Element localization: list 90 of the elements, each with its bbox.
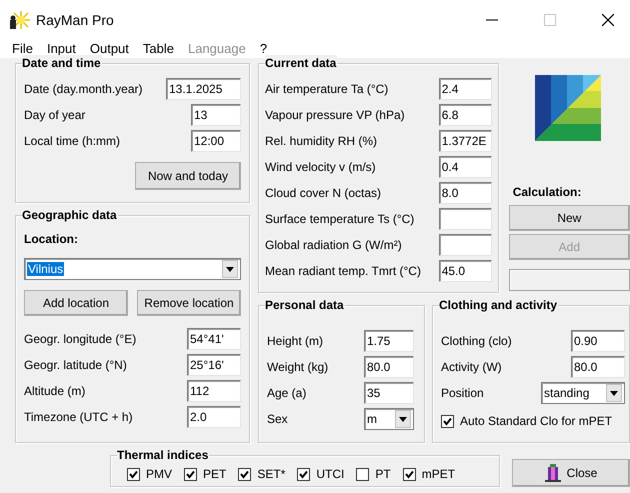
field-label: Vapour pressure VP (hPa) <box>265 107 406 124</box>
door-icon <box>544 464 561 482</box>
checkbox-label: mPET <box>422 466 456 483</box>
dropdown-field[interactable]: m <box>364 408 414 430</box>
now-button[interactable]: Now and today <box>135 162 241 190</box>
maximize-icon <box>544 14 556 26</box>
field-label: Position <box>441 385 485 402</box>
field-label: Age (a) <box>267 385 308 402</box>
check-icon <box>404 470 414 478</box>
field-label: Activity (W) <box>441 359 503 376</box>
field-label: Height (m) <box>267 333 324 350</box>
checkbox[interactable] <box>127 468 140 480</box>
caret-icon <box>610 390 618 396</box>
input-field[interactable]: 54°41' <box>187 328 241 350</box>
input-field[interactable]: 112 <box>187 380 241 402</box>
checkbox[interactable] <box>238 468 252 480</box>
caret-icon <box>226 266 234 272</box>
input-field[interactable]: 45.0 <box>438 260 492 282</box>
checkbox-label: PMV <box>146 466 172 483</box>
check-icon <box>299 470 308 478</box>
field-label: Cloud cover N (octas) <box>265 185 382 202</box>
checkbox-label: PET <box>203 466 226 483</box>
dropdown-button[interactable] <box>606 384 622 402</box>
field-label: Geogr. latitude (°N) <box>24 357 128 374</box>
close-button[interactable]: Close <box>512 459 630 487</box>
group-title: Geographic data <box>22 207 118 223</box>
window-title: RayMan Pro <box>36 10 114 30</box>
menu-item: Language <box>188 40 246 58</box>
input-field[interactable]: 8.0 <box>438 182 492 204</box>
dropdown-button[interactable] <box>222 260 238 278</box>
input-field[interactable] <box>438 208 492 230</box>
field-label: Wind velocity v (m/s) <box>265 159 377 176</box>
input-field[interactable]: 2.4 <box>438 78 492 100</box>
input-field[interactable]: 6.8 <box>438 104 492 126</box>
dropdown-field[interactable]: standing <box>541 382 625 404</box>
menu-item[interactable]: ? <box>260 39 268 59</box>
calculation-button: Add <box>508 234 630 260</box>
field-label: Surface temperature Ts (°C) <box>265 211 416 228</box>
checkbox-label: Auto Standard Clo for mPET <box>460 413 612 430</box>
check-icon <box>186 470 196 478</box>
location-dropdown[interactable]: Vilnius <box>24 258 241 280</box>
input-field[interactable]: 13.1.2025 <box>166 78 241 100</box>
input-field[interactable]: 1.3772E <box>438 130 492 152</box>
checkbox[interactable] <box>184 468 198 480</box>
checkbox-label: SET* <box>257 466 286 483</box>
checkbox[interactable] <box>441 414 454 428</box>
input-field[interactable]: 35 <box>364 382 414 404</box>
group-title: Clothing and activity <box>439 297 558 313</box>
field-label: Geogr. longitude (°E) <box>24 331 138 348</box>
caret-icon <box>399 416 407 422</box>
input-field[interactable]: 0.4 <box>438 156 492 178</box>
check-icon <box>129 470 138 478</box>
field-label: Altitude (m) <box>24 383 86 400</box>
location-label: Location: <box>24 231 79 248</box>
checkbox-label: PT <box>375 466 391 483</box>
close-icon[interactable] <box>602 14 614 26</box>
input-field[interactable]: 25°16' <box>187 354 241 376</box>
field-label: Clothing (clo) <box>441 333 513 350</box>
checkbox-label: UTCI <box>316 466 344 483</box>
check-icon <box>443 416 452 426</box>
input-field[interactable]: 13 <box>191 104 241 126</box>
dropdown-button[interactable] <box>395 410 411 428</box>
check-icon <box>240 470 250 478</box>
field-label: Local time (h:mm) <box>24 133 122 150</box>
input-field[interactable]: 2.0 <box>187 406 241 428</box>
calculation-button[interactable]: New <box>508 205 630 231</box>
input-field[interactable]: 80.0 <box>364 356 414 378</box>
logo-icon <box>534 75 601 141</box>
calculation-label: Calculation: <box>512 184 582 201</box>
input-field[interactable] <box>438 234 492 256</box>
checkbox[interactable] <box>356 468 370 480</box>
field-label: Weight (kg) <box>267 359 330 376</box>
field-label: Date (day.month.year) <box>24 81 144 98</box>
field-label: Sex <box>267 411 289 428</box>
checkbox[interactable] <box>297 468 310 480</box>
field-label: Day of year <box>24 107 86 124</box>
input-field[interactable]: 1.75 <box>364 330 414 352</box>
location-button[interactable]: Remove location <box>137 290 241 316</box>
location-button[interactable]: Add location <box>24 290 128 316</box>
field-label: Air temperature Ta (°C) <box>265 81 390 98</box>
sun-icon <box>8 11 30 29</box>
input-field[interactable]: 0.90 <box>571 330 625 352</box>
field-label: Global radiation G (W/m²) <box>265 237 403 254</box>
checkbox[interactable] <box>402 468 416 480</box>
input-field[interactable]: 80.0 <box>571 356 625 378</box>
menu-item[interactable]: Table <box>142 39 174 59</box>
field-label: Timezone (UTC + h) <box>24 409 134 426</box>
field-label: Rel. humidity RH (%) <box>265 133 378 150</box>
field-label: Mean radiant temp. Tmrt (°C) <box>265 263 422 280</box>
input-field[interactable]: 12:00 <box>191 130 241 152</box>
